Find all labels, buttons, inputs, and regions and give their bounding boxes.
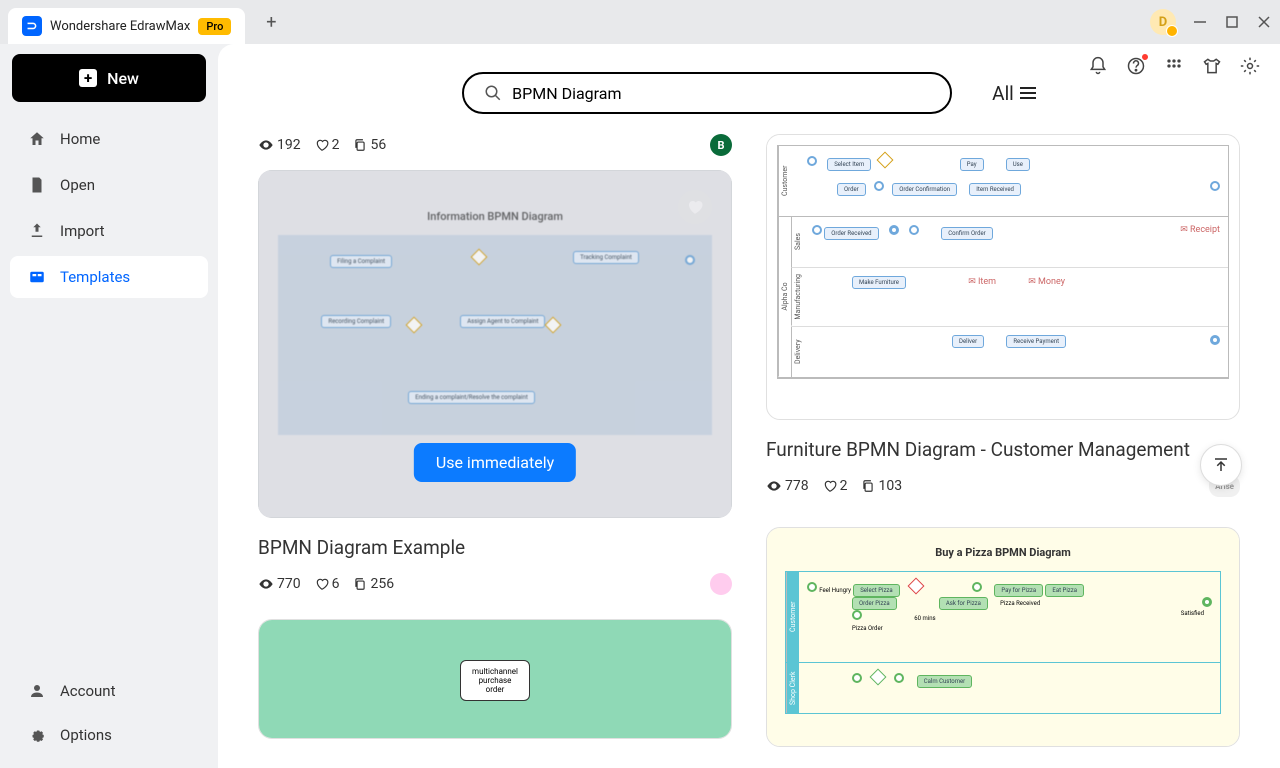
sidebar-item-label: Import <box>60 222 105 240</box>
views-stat: 192 <box>258 137 301 153</box>
scroll-top-button[interactable] <box>1200 444 1242 486</box>
template-card[interactable]: Information BPMN Diagram Filing a Compla… <box>258 170 732 518</box>
copy-icon <box>353 138 367 152</box>
app-logo-icon: ⊃ <box>22 16 42 36</box>
maximize-icon[interactable] <box>1224 14 1240 30</box>
import-icon <box>28 222 46 240</box>
templates-icon <box>28 268 46 286</box>
sidebar-item-templates[interactable]: Templates <box>10 256 208 298</box>
avatar[interactable]: D <box>1150 9 1176 35</box>
home-icon <box>28 130 46 148</box>
sidebar-item-label: Account <box>60 682 116 700</box>
author-avatar[interactable] <box>710 573 732 595</box>
eye-icon <box>258 576 274 592</box>
new-button-label: New <box>107 69 139 88</box>
sidebar-item-import[interactable]: Import <box>10 210 208 252</box>
file-icon <box>28 176 46 194</box>
sidebar-item-account[interactable]: Account <box>10 670 208 712</box>
eye-icon <box>766 478 782 494</box>
new-button[interactable]: + New <box>12 54 206 102</box>
minimize-icon[interactable] <box>1192 14 1208 30</box>
template-stats: 778 2 103 Arise <box>766 475 1240 497</box>
gear-icon <box>28 726 46 744</box>
template-card[interactable]: Buy a Pizza BPMN Diagram Customer Feel H… <box>766 527 1240 747</box>
apps-icon[interactable] <box>1164 56 1184 76</box>
account-icon <box>28 682 46 700</box>
copies-stat: 56 <box>353 137 386 153</box>
template-card[interactable]: multichannel purchase order <box>258 619 732 739</box>
author-badge[interactable]: B <box>710 134 732 156</box>
filter-label: All <box>992 82 1014 105</box>
search-box[interactable] <box>462 72 952 114</box>
template-title: Furniture BPMN Diagram - Customer Manage… <box>766 438 1240 461</box>
sidebar-item-label: Options <box>60 726 112 744</box>
copy-icon <box>861 479 875 493</box>
settings-icon[interactable] <box>1240 56 1260 76</box>
likes-stat: 2 <box>315 137 340 153</box>
arrow-up-icon <box>1212 456 1230 474</box>
search-input[interactable] <box>512 84 930 103</box>
plus-icon: + <box>79 69 97 87</box>
shirt-icon[interactable] <box>1202 56 1222 76</box>
sidebar-item-open[interactable]: Open <box>10 164 208 206</box>
content-area: All 192 2 56 B Information BPMN Diagram <box>218 44 1280 768</box>
filter-all[interactable]: All <box>992 82 1036 105</box>
sidebar-item-label: Home <box>60 130 100 148</box>
topbar <box>1088 56 1260 76</box>
titlebar: ⊃ Wondershare EdrawMax Pro + D <box>0 0 1280 44</box>
heart-icon <box>315 577 329 591</box>
template-card[interactable]: Customer Select Item Pay Use Order <box>766 134 1240 420</box>
sidebar-item-label: Open <box>60 176 95 194</box>
sidebar: + New Home Open Import Templates Account <box>0 44 218 768</box>
pro-badge: Pro <box>198 18 231 35</box>
heart-icon <box>823 479 837 493</box>
app-tab[interactable]: ⊃ Wondershare EdrawMax Pro <box>8 8 245 44</box>
template-preview: Customer Select Item Pay Use Order <box>767 135 1239 389</box>
help-icon[interactable] <box>1126 56 1146 76</box>
template-preview: multichannel purchase order <box>259 620 731 738</box>
bell-icon[interactable] <box>1088 56 1108 76</box>
eye-icon <box>258 137 274 153</box>
heart-icon <box>315 138 329 152</box>
close-icon[interactable] <box>1256 14 1272 30</box>
search-icon <box>484 84 502 102</box>
menu-icon <box>1020 87 1036 99</box>
sidebar-item-home[interactable]: Home <box>10 118 208 160</box>
template-title: BPMN Diagram Example <box>258 536 732 559</box>
use-immediately-button[interactable]: Use immediately <box>414 443 576 482</box>
template-preview: Buy a Pizza BPMN Diagram Customer Feel H… <box>767 528 1239 746</box>
new-tab-button[interactable]: + <box>255 6 287 38</box>
sidebar-item-label: Templates <box>60 268 130 286</box>
template-stats: 770 6 256 <box>258 573 732 595</box>
tab-title: Wondershare EdrawMax <box>50 19 190 34</box>
sidebar-item-options[interactable]: Options <box>10 714 208 756</box>
copy-icon <box>353 577 367 591</box>
template-stats: 192 2 56 B <box>258 134 732 156</box>
